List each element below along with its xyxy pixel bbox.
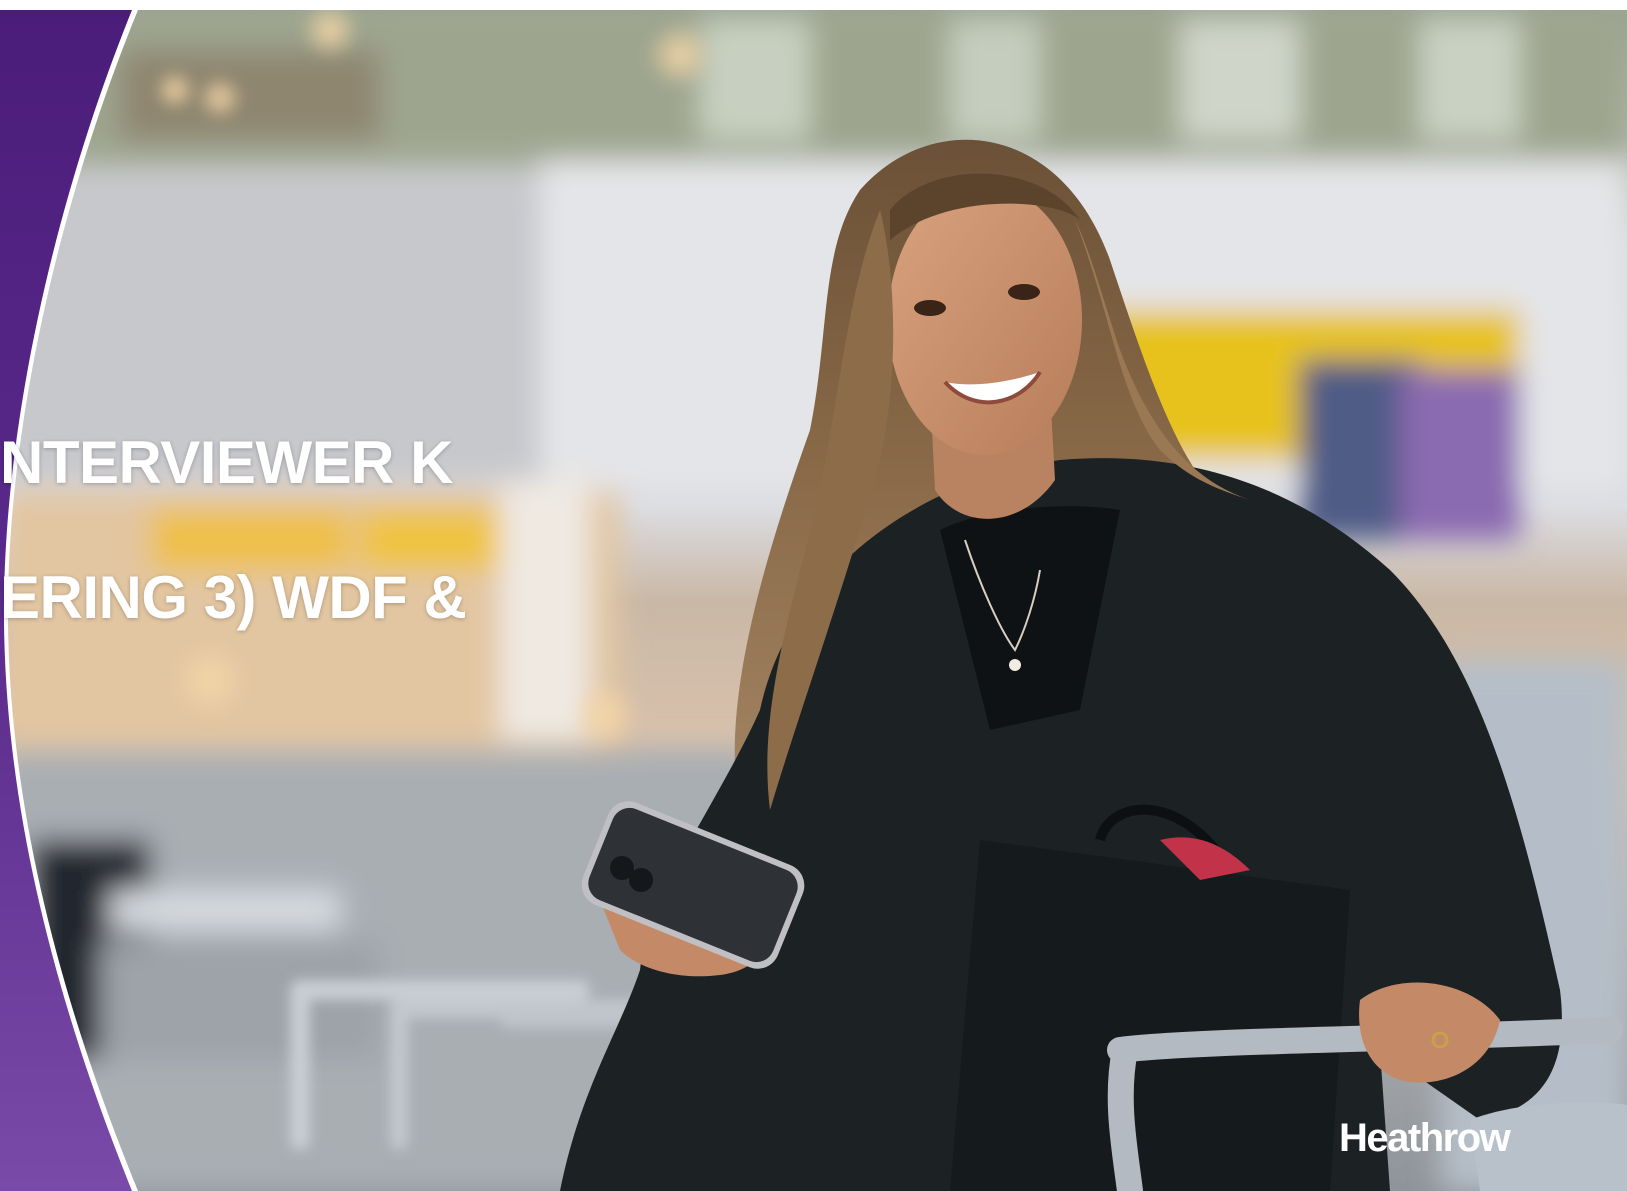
slide: NTERVIEWER K ERING 3) WDF & Heathrow — [0, 0, 1627, 1191]
slide-headline-line-1: NTERVIEWER K — [0, 429, 453, 496]
slide-headline-line-2: ERING 3) WDF & — [0, 564, 467, 631]
heathrow-logo: Heathrow — [1339, 1116, 1511, 1160]
